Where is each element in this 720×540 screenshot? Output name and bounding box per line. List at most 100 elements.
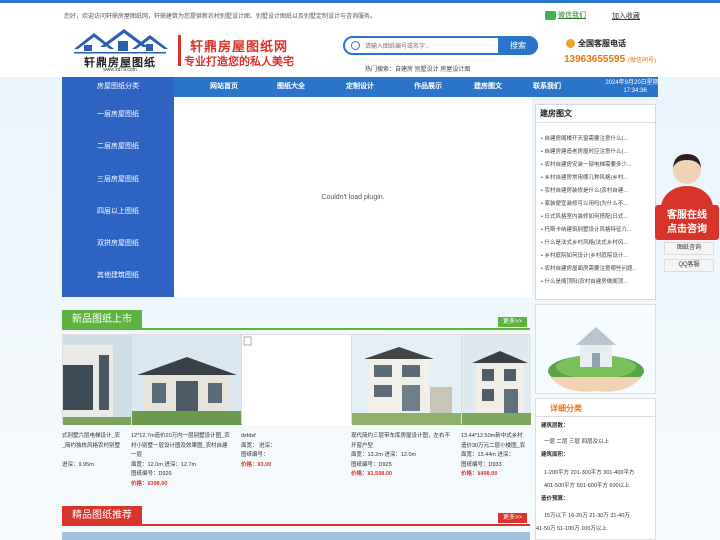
menu-item-two-floor[interactable]: 二层房屋图纸 (62, 141, 174, 151)
qq-service-label: QQ客服 (678, 262, 700, 268)
area-options-1[interactable]: 1-200平方 201-300平方 301-400平方 (544, 468, 635, 476)
menu-item-one-floor[interactable]: 一层房屋图纸 (62, 109, 174, 119)
plan-card-2-title3: 一层 (131, 452, 143, 458)
news-item[interactable]: • 什么是阁顶阳(农村自建房做阁顶... (541, 277, 651, 285)
fine-plans-section-header: 精品图纸推荐 更多>> (62, 506, 530, 526)
fine-plans-more-link[interactable]: 更多>> (498, 513, 527, 523)
add-favorite-link[interactable]: 加入收藏 (612, 11, 640, 21)
fine-plans-underline (62, 524, 530, 526)
category-header[interactable]: 房屋图纸分类 (62, 77, 174, 97)
plan-card-5-title2: 造价30万元二层小楼图_农 (461, 442, 526, 449)
new-plans-more-link[interactable]: 更多>> (498, 317, 527, 327)
news-item[interactable]: • 托斯卡纳建筑别墅设计风格特征介... (541, 225, 651, 233)
news-item[interactable]: • 什么是法式乡村风格(法式乡村风... (541, 238, 651, 246)
plan-card-1-info: 式别墅六层电梯设计_农 _简约独栋风格农村别墅 进深：9.95m (62, 432, 130, 470)
plan-card-4-title2: 开窗户型 (351, 442, 374, 449)
plan-card-5-code: 图纸编号：D933 (461, 461, 502, 468)
plan-card-1-title[interactable]: 式别墅六层电梯设计_农 (62, 432, 130, 442)
area-label: 建筑面积： (541, 452, 569, 458)
welcome-text: 您好，欢迎访问轩鼎房屋图纸网，轩鼎建筑为您提供新农村别墅设计图、别墅设计图纸以及… (64, 14, 377, 20)
customer-service-avatar (661, 154, 713, 208)
search-input[interactable] (365, 41, 495, 52)
menu-item-other[interactable]: 其他建筑图纸 (62, 270, 174, 280)
service-online-label: 客服在线 点击咨询 (667, 210, 707, 235)
category-menu: 一层房屋图纸 二层房屋图纸 三层房屋图纸 四层以上图纸 双拼房屋图纸 其他建筑图… (62, 97, 174, 297)
news-divider (536, 122, 655, 123)
service-online-button[interactable]: 客服在线 点击咨询 (655, 205, 719, 240)
cost-options-1[interactable]: 15万以下 16-20万 21-30万 31-40万 (544, 511, 630, 519)
house-photo-5 (462, 335, 531, 425)
site-logo[interactable]: 轩鼎房屋图纸 www.xd79.com (70, 27, 170, 75)
news-item[interactable]: • 农村自建房装修是什么(农村自建... (541, 186, 651, 194)
menu-item-duplex[interactable]: 双拼房屋图纸 (62, 238, 174, 248)
wechat-label: 微信我们 (558, 12, 586, 19)
new-plans-underline (62, 328, 530, 330)
area-options-2[interactable]: 401-500平方 501-600平方 600以上 (544, 481, 630, 489)
slogan-divider (178, 35, 181, 66)
plan-card-1-size: 进深：9.95m (62, 461, 94, 468)
news-item[interactable]: • 自建房建造老房屋时应注意什么(... (541, 147, 651, 155)
plan-card-5-title[interactable]: 13.44*12.50m新中式乡村 (461, 432, 530, 442)
nav-works[interactable]: 作品展示 (414, 77, 442, 97)
plan-card-2-size: 面宽：12.0m 进深：12.7m (131, 461, 197, 468)
plan-card-1-title2: _简约独栋风格农村别墅 (62, 442, 121, 449)
hotline-label: 全国客服电话 (566, 38, 626, 49)
plan-card-3-title[interactable]: dsfdsf (241, 432, 351, 442)
plan-card-4-title[interactable]: 现代简约三层带车库房屋设计图，左右不 (351, 432, 461, 442)
plan-consult-button[interactable]: 图纸咨询 (664, 242, 714, 255)
plan-card-2-title2: 村小别墅一层设计图及效果图_农村自建 (131, 442, 228, 449)
plan-card-5[interactable] (461, 334, 531, 425)
plugin-placeholder: Couldn't load plugin. (174, 97, 532, 297)
plan-card-4-price: 价格：¥1,598.00 (351, 471, 392, 477)
news-item[interactable]: • 日式风格室内装修如何搭配(日式... (541, 212, 651, 220)
house-in-hands-image (536, 305, 655, 393)
nav-contact[interactable]: 联系我们 (533, 77, 561, 97)
plan-card-3-size: 面宽： 进深： (241, 442, 276, 449)
plan-card-2-code: 图纸编号：D926 (131, 471, 172, 477)
nav-custom-design[interactable]: 定制设计 (346, 77, 374, 97)
layers-options[interactable]: 一层 二层 三层 四层及以上 (544, 437, 609, 445)
cost-options-2[interactable]: 41-50万 51-100万 100万以上 (536, 524, 607, 532)
floating-service-panel: 客服在线 点击咨询 图纸咨询 QQ客服 (654, 150, 720, 275)
news-item[interactable]: • 农村自建房安装一部电梯需要多少... (541, 160, 651, 168)
news-item[interactable]: • 自建房阁楼开天窗需要注意什么(... (541, 134, 651, 142)
plan-card-1[interactable] (62, 334, 131, 425)
phone-icon (566, 39, 575, 49)
plan-card-4-code: 图纸编号：D925 (351, 461, 392, 468)
search-icon (351, 41, 360, 50)
hot-search-links[interactable]: 自建房 别墅设计 房屋设计图 (395, 67, 470, 73)
nav-all-plans[interactable]: 图纸大全 (277, 77, 305, 97)
news-item[interactable]: • 农村自建房屋面房需要注意哪些问题... (541, 264, 651, 272)
nav-articles[interactable]: 建房图文 (474, 77, 502, 97)
detail-category-box: 详细分类 建筑层数： 一层 二层 三层 四层及以上 建筑面积： 1-200平方 … (535, 398, 656, 540)
qq-service-button[interactable]: QQ客服 (664, 259, 714, 272)
news-item[interactable]: • 家装便宜装修可以用吗(为什么不... (541, 199, 651, 207)
plan-card-4-size: 面宽：13.2m 进深：12.0m (351, 452, 417, 458)
plan-consult-label: 图纸咨询 (676, 245, 701, 251)
wechat-link[interactable]: 微信我们 (545, 10, 586, 20)
hotline-number: 13963655595 (微信同号) (564, 54, 656, 65)
nav-date: 2024年9月20日星期五 (605, 80, 665, 86)
main-nav: 房屋图纸分类 网站首页 图纸大全 定制设计 作品展示 建房图文 联系我们 202… (62, 77, 665, 97)
plan-card-4[interactable] (351, 334, 462, 425)
house-photo-1 (63, 335, 131, 425)
header: 轩鼎房屋图纸 www.xd79.com 轩鼎房屋图纸网 专业打造您的私人美宅 搜… (0, 25, 720, 77)
plan-card-2[interactable] (131, 334, 242, 425)
house-photo-2 (132, 335, 242, 425)
plan-card-2-title[interactable]: 12*12.7m造价20万内一层别墅设计图_农 (131, 432, 241, 442)
broken-image-icon (242, 335, 352, 425)
menu-item-three-floor[interactable]: 三层房屋图纸 (62, 174, 174, 184)
plan-card-3-price: 价格：¥3.00 (241, 461, 272, 468)
news-title: 建房图文 (540, 109, 572, 118)
news-item[interactable]: • 乡村自建房常用哪几种风格(乡村... (541, 173, 651, 181)
menu-item-four-plus[interactable]: 四层以上图纸 (62, 206, 174, 216)
plan-card-3[interactable] (241, 334, 352, 425)
search-button[interactable]: 搜索 (498, 36, 538, 55)
plan-card-2-price: 价格：¥398.00 (131, 480, 168, 487)
side-house-image[interactable] (535, 304, 656, 394)
nav-time: 17:34:36 (623, 88, 647, 94)
plan-card-5-size: 面宽：13.44m 进深： (461, 452, 514, 458)
news-item[interactable]: • 乡村庭院如何设计(乡村庭院设计... (541, 251, 651, 259)
wechat-icon (545, 10, 556, 20)
nav-home[interactable]: 网站首页 (210, 77, 238, 97)
